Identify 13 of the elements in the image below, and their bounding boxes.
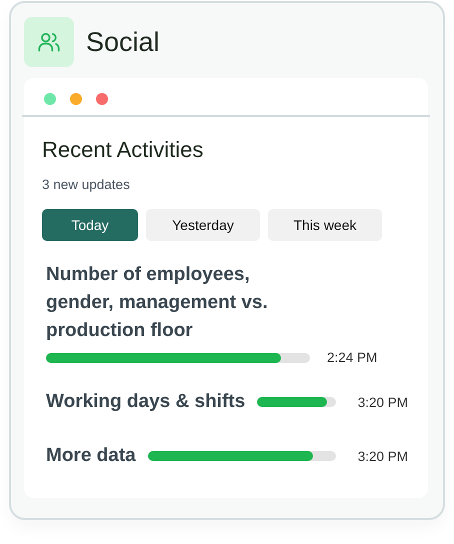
activity-title: More data	[46, 445, 136, 467]
activity-title: Working days & shifts	[46, 391, 246, 413]
activity-title: Number of employees, gender, management vs. production floor	[46, 263, 269, 343]
filter-tab[interactable]: This week	[268, 209, 382, 241]
filter-tab[interactable]: Yesterday	[146, 209, 260, 241]
panel-title: Recent Activities	[42, 137, 204, 163]
activity-time: 3:20 PM	[358, 448, 408, 464]
card-title: Social	[86, 26, 160, 58]
activity-time: 3:20 PM	[358, 394, 408, 410]
filter-tab[interactable]: Today	[42, 209, 138, 241]
users-icon	[24, 17, 74, 67]
activity-time: 2:24 PM	[327, 350, 378, 365]
panel-subtitle: 3 new updates	[42, 177, 131, 192]
